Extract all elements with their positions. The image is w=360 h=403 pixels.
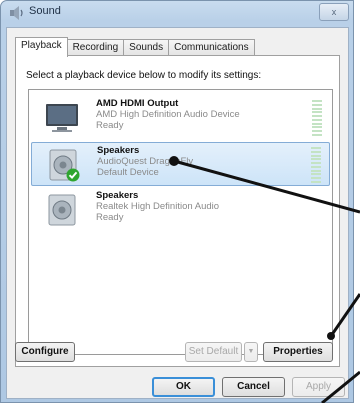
window-title: Sound [29,5,61,17]
chevron-down-icon: ▼ [247,348,255,355]
tab-sounds[interactable]: Sounds [123,39,170,56]
default-device-check-icon [66,168,80,182]
monitor-icon [46,104,78,132]
instruction-text: Select a playback device below to modify… [26,70,262,81]
set-default-button[interactable]: Set Default [185,342,242,362]
tab-playback[interactable]: Playback [15,37,68,57]
device-status: Ready [96,212,124,223]
set-default-dropdown-button[interactable]: ▼ [244,342,258,362]
device-list[interactable]: AMD HDMI Output AMD High Definition Audi… [28,89,333,355]
device-driver: Realtek High Definition Audio [96,201,220,212]
ok-button[interactable]: OK [152,377,215,397]
configure-button[interactable]: Configure [15,342,75,362]
device-item-hdmi[interactable]: AMD HDMI Output AMD High Definition Audi… [31,96,330,140]
dialog-body: Playback Recording Sounds Communications… [6,27,349,399]
device-item-speakers-realtek[interactable]: Speakers Realtek High Definition Audio R… [31,188,330,232]
properties-button[interactable]: Properties [263,342,333,362]
device-driver: AMD High Definition Audio Device [96,109,240,120]
volume-meter [312,100,322,136]
device-name: Speakers [96,190,139,201]
device-status: Default Device [97,167,159,178]
apply-button[interactable]: Apply [292,377,345,397]
cancel-button[interactable]: Cancel [222,377,285,397]
tab-recording[interactable]: Recording [66,39,125,56]
volume-meter [311,147,321,183]
device-name: Speakers [97,145,140,156]
device-driver: AudioQuest DragonFly [97,156,194,167]
device-status: Ready [96,120,124,131]
tab-strip: Playback Recording Sounds Communications [15,37,255,57]
close-button[interactable]: x [319,3,349,21]
title-bar[interactable]: Sound x [1,1,353,25]
tab-communications[interactable]: Communications [168,39,255,56]
playback-panel: Select a playback device below to modify… [15,55,340,367]
device-name: AMD HDMI Output [96,98,179,109]
speaker-icon [48,194,76,226]
sound-dialog: Sound x Playback Recording Sounds Commun… [0,0,354,403]
device-item-speakers-dragonfly[interactable]: Speakers AudioQuest DragonFly Default De… [31,142,330,186]
sound-app-icon [10,6,23,20]
close-icon: x [331,7,337,17]
